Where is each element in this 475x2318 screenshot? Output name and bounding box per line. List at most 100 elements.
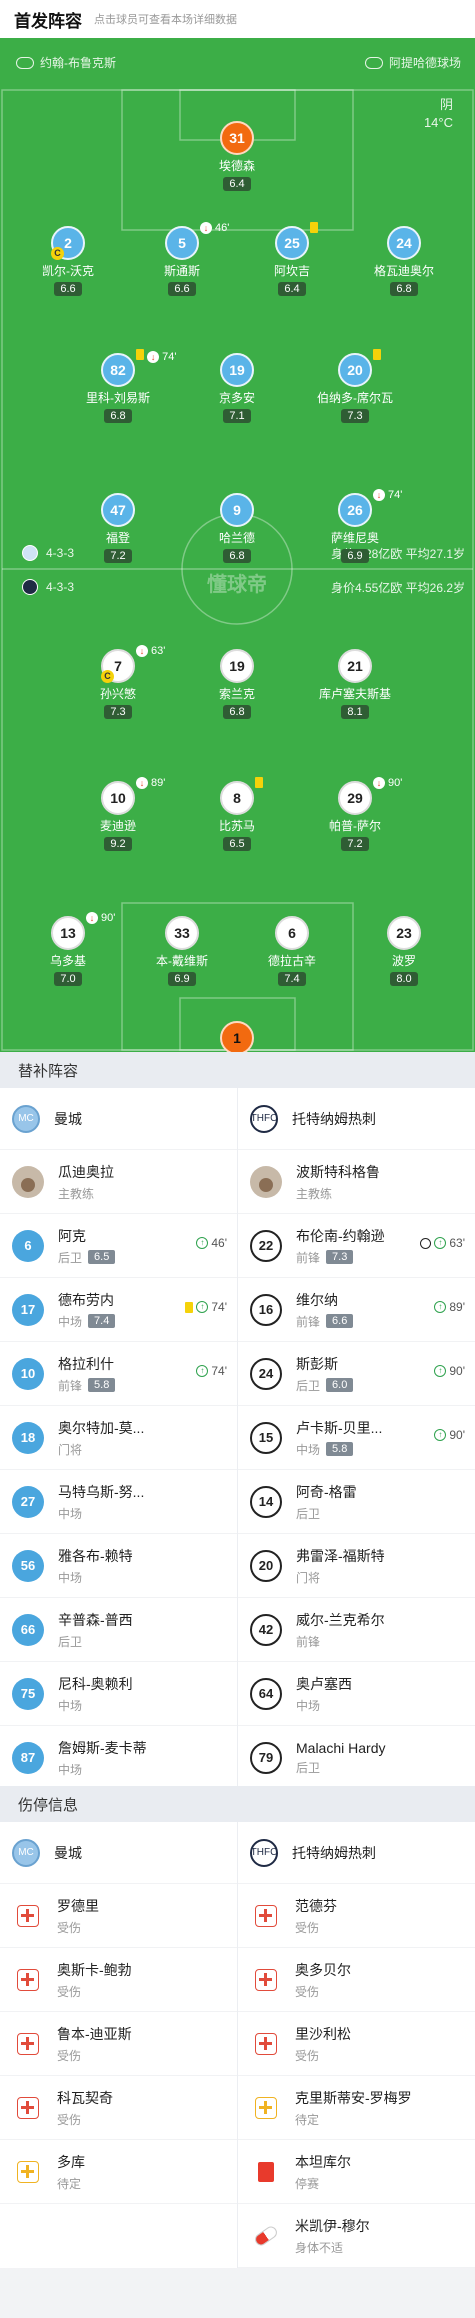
home-sub-row[interactable]: 75 尼科-奥赖利 中场 <box>0 1662 237 1726</box>
away-player-3[interactable]: 10 ↓ 89' 麦迪逊 9.2 <box>58 777 178 852</box>
away-sub-row[interactable]: 64 奥卢塞西 中场 <box>238 1662 475 1726</box>
coach-avatar <box>12 1165 44 1198</box>
sub-in-icon: ↑ <box>434 1301 447 1313</box>
home-injury-row[interactable]: 鲁本-迪亚斯 受伤 <box>0 2012 237 2076</box>
sub-in-minute: 74' <box>211 1364 227 1378</box>
home-sub-row[interactable]: 10 格拉利什 前锋 5.8 ↑ 74' <box>0 1342 237 1406</box>
home-sub-row[interactable]: 6 阿克 后卫 6.5 ↑ 46' <box>0 1214 237 1278</box>
away-injury-row[interactable]: 克里斯蒂安-罗梅罗 待定 <box>238 2076 475 2140</box>
away-sub-row[interactable]: 79 Malachi Hardy 后卫 <box>238 1726 475 1790</box>
home-coach-row[interactable]: 瓜迪奥拉 主教练 <box>0 1150 237 1214</box>
away-injury-row[interactable]: 米凯伊-穆尔 身体不适 <box>238 2204 475 2268</box>
away-player-8[interactable]: 6 德拉古辛 7.4 <box>232 916 352 987</box>
player-event-marks: ↓ 89' <box>136 777 165 789</box>
away-injury-row[interactable]: 本坦库尔 停赛 <box>238 2140 475 2204</box>
away-player-1[interactable]: 19 索兰克 6.8 <box>177 649 297 720</box>
home-player-9[interactable]: 9 哈兰德 6.8 <box>177 493 297 564</box>
home-injury-row[interactable]: 奥斯卡-鲍勃 受伤 <box>0 1948 237 2012</box>
home-injury-row[interactable]: 科瓦契奇 受伤 <box>0 2076 237 2140</box>
home-sub-row[interactable]: 87 詹姆斯-麦卡蒂 中场 <box>0 1726 237 1790</box>
injury-status: 受伤 <box>57 1920 82 1935</box>
page-header: 首发阵容 点击球员可查看本场详细数据 <box>0 0 475 38</box>
away-team-row[interactable]: THFC 托特纳姆热刺 <box>238 1822 475 1884</box>
sub-position: 后卫 <box>296 1760 321 1775</box>
home-player-6[interactable]: 19 京多安 7.1 <box>177 353 297 424</box>
away-player-9[interactable]: 23 波罗 8.0 <box>344 916 464 987</box>
player-number: 13 <box>51 916 85 950</box>
whistle-icon <box>16 56 34 69</box>
away-sub-row[interactable]: 16 维尔纳 前锋 6.6 ↑ 89' <box>238 1278 475 1342</box>
home-player-7[interactable]: 20 伯纳多-席尔瓦 7.3 <box>295 349 415 424</box>
injury-player-name: 米凯伊-穆尔 <box>295 2217 370 2234</box>
player-name: 帕普-萨尔 <box>329 819 381 833</box>
home-team-name: 曼城 <box>54 1110 82 1127</box>
player-event-marks: ↓ 46' <box>200 222 229 234</box>
sub-rating: 6.6 <box>326 1314 354 1328</box>
home-sub-row[interactable]: 66 辛普森-普西 后卫 <box>0 1598 237 1662</box>
home-sub-row[interactable]: 56 雅各布-赖特 中场 <box>0 1534 237 1598</box>
away-sub-row[interactable]: 24 斯彭斯 后卫 6.0 ↑ 90' <box>238 1342 475 1406</box>
player-number: 24 <box>387 226 421 260</box>
home-player-1[interactable]: 2 C 凯尔-沃克 6.6 <box>8 226 128 297</box>
home-sub-row[interactable]: 18 奥尔特加-莫... 门将 <box>0 1406 237 1470</box>
home-injury-row[interactable]: 多库 待定 <box>0 2140 237 2204</box>
sub-minute: 74' <box>385 489 403 501</box>
home-player-3[interactable]: 25 阿坎吉 6.4 <box>232 222 352 297</box>
home-player-5[interactable]: 82 ↓ 74' 里科-刘易斯 6.8 <box>58 349 178 424</box>
away-player-10[interactable]: 1维卡里奥8.3 <box>177 1021 297 1052</box>
player-number: 5 <box>165 226 199 260</box>
player-rating: 6.9 <box>168 972 196 986</box>
home-player-8[interactable]: 47 福登 7.2 <box>58 493 178 564</box>
injury-player-name: 多库 <box>57 2153 85 2170</box>
subs-section-title: 替补阵容 <box>0 1052 475 1088</box>
player-rating: 7.4 <box>278 972 306 986</box>
away-injury-row[interactable]: 范德芬 受伤 <box>238 1884 475 1948</box>
away-player-5[interactable]: 29 ↓ 90' 帕普-萨尔 7.2 <box>295 777 415 852</box>
sub-position: 中场 <box>58 1698 83 1713</box>
home-team-row[interactable]: MC 曼城 <box>0 1822 237 1884</box>
away-player-4[interactable]: 8 比苏马 6.5 <box>177 777 297 852</box>
injury-yellow-cross-icon <box>17 2160 39 2183</box>
spurs-logo-icon <box>22 579 38 595</box>
away-sub-row[interactable]: 22 布伦南-约翰逊 前锋 7.3 ↑ 63' <box>238 1214 475 1278</box>
away-injury-row[interactable]: 里沙利松 受伤 <box>238 2012 475 2076</box>
away-player-6[interactable]: 13 ↓ 90' 乌多基 7.0 <box>8 912 128 987</box>
away-coach-row[interactable]: 波斯特科格鲁 主教练 <box>238 1150 475 1214</box>
player-rating: 6.8 <box>390 282 418 296</box>
yellow-card-icon <box>136 349 144 360</box>
away-sub-row[interactable]: 14 阿奇-格雷 后卫 <box>238 1470 475 1534</box>
away-player-0[interactable]: 7 C ↓ 63' 孙兴慜 7.3 <box>58 645 178 720</box>
player-name: 索兰克 <box>218 687 255 701</box>
sub-name: 布伦南-约翰逊 <box>296 1227 385 1244</box>
home-sub-row[interactable]: 27 马特乌斯-努... 中场 <box>0 1470 237 1534</box>
venue-name: 阿提哈德球场 <box>388 56 461 70</box>
injury-red-cross-icon <box>255 1968 277 1991</box>
sub-position: 中场 <box>296 1698 321 1713</box>
away-sub-row[interactable]: 15 卢卡斯-贝里... 中场 5.8 ↑ 90' <box>238 1406 475 1470</box>
sub-minute: 90' <box>385 777 403 789</box>
home-player-2[interactable]: 5 ↓ 46' 斯通斯 6.6 <box>122 222 242 297</box>
sub-event: ↑ 90' <box>434 1364 465 1378</box>
home-sub-row[interactable]: 17 德布劳内 中场 7.4 ↑ 74' <box>0 1278 237 1342</box>
player-name: 里科-刘易斯 <box>86 391 150 405</box>
away-injury-row[interactable]: 奥多贝尔 受伤 <box>238 1948 475 2012</box>
player-number: 1 <box>220 1021 254 1052</box>
sub-minute: 89' <box>148 777 166 789</box>
away-team-name: 托特纳姆热刺 <box>292 1110 376 1127</box>
home-player-4[interactable]: 24 格瓦迪奥尔 6.8 <box>344 226 464 297</box>
home-team-row[interactable]: MC 曼城 <box>0 1088 237 1150</box>
away-sub-row[interactable]: 20 弗雷泽-福斯特 门将 <box>238 1534 475 1598</box>
away-player-2[interactable]: 21 库卢塞夫斯基 8.1 <box>295 649 415 720</box>
injury-red-cross-icon <box>17 2096 39 2119</box>
sub-name: 维尔纳 <box>296 1291 338 1308</box>
sub-in-minute: 63' <box>449 1236 465 1250</box>
injury-player-name: 里沙利松 <box>295 2025 351 2042</box>
home-player-10[interactable]: 26 ↓ 74' 萨维尼奥 6.9 <box>295 489 415 564</box>
away-team-row[interactable]: THFC 托特纳姆热刺 <box>238 1088 475 1150</box>
home-injury-row[interactable]: 罗德里 受伤 <box>0 1884 237 1948</box>
sub-in-minute: 90' <box>449 1364 465 1378</box>
sub-in-icon: ↑ <box>196 1237 209 1249</box>
home-player-0[interactable]: 31 埃德森 6.4 <box>177 121 297 192</box>
away-player-7[interactable]: 33 本-戴维斯 6.9 <box>122 916 242 987</box>
away-sub-row[interactable]: 42 威尔-兰克希尔 前锋 <box>238 1598 475 1662</box>
